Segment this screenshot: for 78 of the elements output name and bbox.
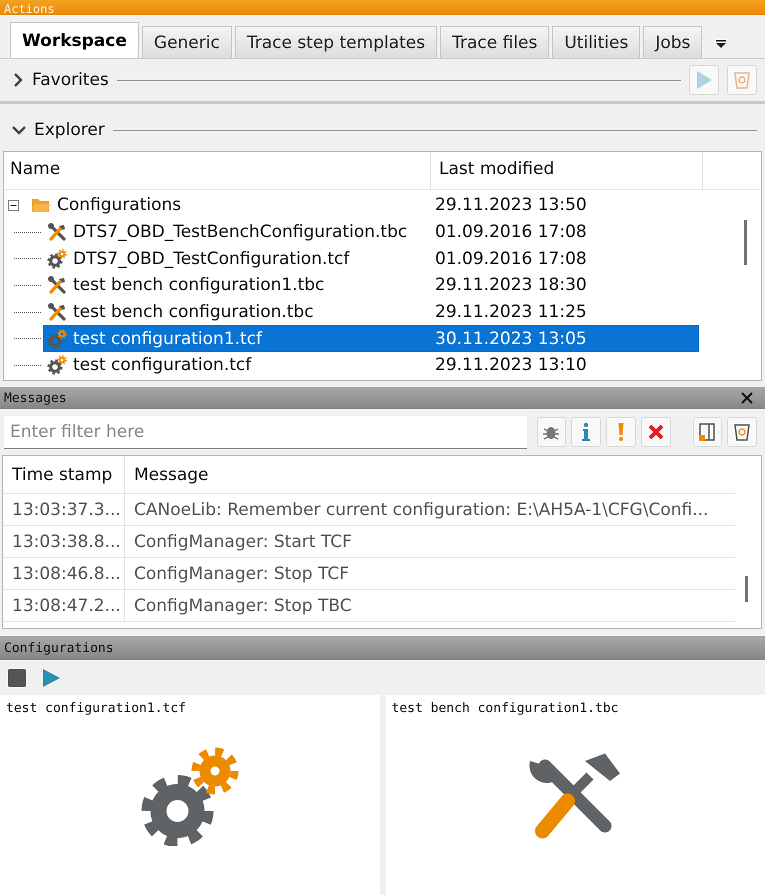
- folder-icon: [31, 197, 51, 214]
- tab[interactable]: Jobs: [643, 26, 702, 58]
- panel-title: Messages: [4, 390, 67, 406]
- clear-button[interactable]: [727, 417, 758, 447]
- gears-icon: [140, 746, 240, 846]
- card-title: test configuration1.tcf: [5, 701, 186, 716]
- modified-date: 29.11.2023 11:25: [434, 302, 588, 322]
- table-cell: 13:03:37.3...: [3, 494, 125, 525]
- tree-row[interactable]: DTS7_OBD_TestConfiguration.tcf 01.09.2016 17:08: [43, 245, 699, 272]
- tree-item-label: test bench configuration.tbc: [73, 302, 315, 322]
- table-cell: 13:08:46.8...: [3, 558, 125, 589]
- tree-item-label: DTS7_OBD_TestBenchConfiguration.tbc: [73, 222, 408, 242]
- tab[interactable]: Generic: [142, 26, 232, 58]
- tree-item-label: test configuration1.tcf: [73, 328, 264, 349]
- column-header[interactable]: Message: [125, 464, 209, 484]
- error-filter-button[interactable]: [640, 417, 671, 447]
- panel-title: Configurations: [4, 640, 114, 656]
- play-icon: [695, 70, 713, 90]
- wrench-hammer-icon: [47, 222, 67, 242]
- tree-row[interactable]: test configuration.tcf 29.11.2023 13:10: [43, 352, 699, 379]
- modified-date: 01.09.2016 17:08: [434, 222, 588, 242]
- tree-item-label: test configuration.tcf: [73, 355, 252, 376]
- section-title: Favorites: [32, 70, 109, 90]
- modified-date: 29.11.2023 13:10: [434, 355, 588, 376]
- tree-row[interactable]: test bench configuration.tbc 29.11.2023 11:25: [43, 298, 699, 326]
- table-cell-text: CANoeLib: Remember current configuration: E:\AH5A-1\CFG\Confi...: [133, 500, 708, 520]
- filter-field[interactable]: Enter filter here: [4, 416, 527, 448]
- section-title: Explorer: [34, 120, 105, 140]
- trash-icon: [733, 422, 752, 442]
- table-cell-text: ConfigManager: Stop TCF: [133, 564, 349, 584]
- tree-row[interactable]: Configurations 29.11.2023 13:50: [4, 192, 699, 219]
- info-icon: [580, 422, 592, 442]
- column-header[interactable]: Last modified: [431, 152, 703, 189]
- tree-item-label: test bench configuration1.tbc: [73, 275, 326, 296]
- wrench-hammer-icon: [47, 302, 67, 322]
- gears-icon: [47, 248, 67, 269]
- column-header[interactable]: Time stamp: [3, 456, 125, 493]
- tree-item-label: DTS7_OBD_TestConfiguration.tcf: [73, 248, 351, 269]
- info-filter-button[interactable]: [571, 417, 602, 447]
- tab[interactable]: Trace files: [440, 26, 550, 58]
- export-icon: [698, 422, 716, 442]
- warning-filter-button[interactable]: [606, 417, 636, 447]
- collapse-icon[interactable]: [8, 200, 19, 211]
- overflow-icon[interactable]: [715, 40, 728, 48]
- table-cell-text: ConfigManager: Start TCF: [133, 532, 352, 552]
- modified-date: 29.11.2023 18:30: [434, 275, 588, 296]
- debug-filter-button[interactable]: [536, 417, 566, 447]
- tree-item-label: Configurations: [57, 195, 182, 216]
- tab[interactable]: Trace step templates: [234, 26, 438, 58]
- wrench-hammer-icon: [47, 275, 67, 296]
- modified-date: 29.11.2023 13:50: [434, 195, 588, 216]
- chevron-icon[interactable]: [12, 124, 26, 136]
- column-header[interactable]: Name: [4, 152, 431, 189]
- gears-icon: [47, 355, 67, 376]
- table-cell: 13:08:47.2...: [3, 590, 125, 621]
- play-icon[interactable]: [42, 669, 60, 687]
- tree-row[interactable]: test bench configuration1.tbc 29.11.2023 18:30: [43, 272, 699, 299]
- configuration-card[interactable]: test bench configuration1.tbc: [386, 695, 765, 895]
- gears-icon: [47, 328, 67, 349]
- cross-icon: [648, 424, 664, 440]
- tab[interactable]: Workspace: [10, 22, 139, 58]
- table-cell-text: ConfigManager: Stop TBC: [133, 596, 352, 616]
- scrollbar-thumb[interactable]: [744, 220, 747, 265]
- card-title: test bench configuration1.tbc: [390, 701, 618, 716]
- chevron-icon[interactable]: [12, 73, 24, 87]
- tree-row[interactable]: test configuration1.tcf 30.11.2023 13:05: [43, 325, 699, 352]
- scrollbar-thumb[interactable]: [745, 576, 748, 602]
- panel-title: Actions: [3, 3, 55, 15]
- tree-row[interactable]: DTS7_OBD_TestBenchConfiguration.tbc 01.09.2016 17:08: [43, 218, 699, 246]
- trash-icon: [733, 70, 751, 90]
- table-cell: 13:03:38.8...: [3, 526, 125, 557]
- exclamation-icon: [616, 422, 625, 442]
- modified-date: 01.09.2016 17:08: [434, 248, 588, 269]
- modified-date: 30.11.2023 13:05: [434, 328, 588, 349]
- export-button[interactable]: [692, 417, 722, 447]
- tab[interactable]: Utilities: [552, 26, 640, 58]
- configuration-card[interactable]: test configuration1.tcf: [0, 695, 380, 895]
- close-icon[interactable]: [741, 392, 753, 404]
